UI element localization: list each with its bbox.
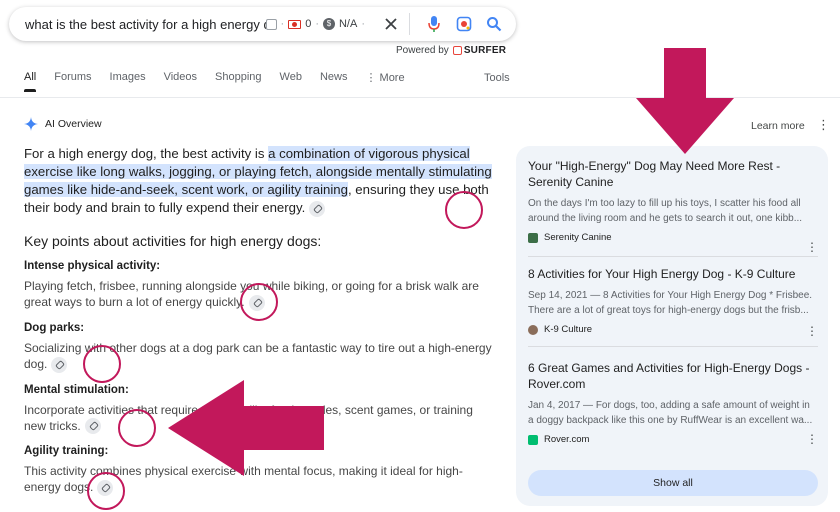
annotation-circle	[87, 472, 125, 510]
seo-count: 0	[305, 18, 312, 30]
tab-all[interactable]: All	[24, 71, 36, 89]
ai-overview-header: AI Overview	[24, 117, 102, 131]
tab-images[interactable]: Images	[110, 71, 146, 89]
source-site: Serenity Canine	[544, 232, 612, 243]
source-snippet: On the days I'm too lazy to fill up his …	[528, 198, 803, 224]
tab-news[interactable]: News	[320, 71, 348, 89]
citation-link-icon[interactable]	[51, 356, 68, 373]
show-all-button[interactable]: Show all	[528, 470, 818, 496]
source-title[interactable]: 8 Activities for Your High Energy Dog - …	[528, 266, 818, 282]
tab-web[interactable]: Web	[280, 71, 302, 89]
tab-forums[interactable]: Forums	[54, 71, 91, 89]
site-favicon-icon	[528, 324, 538, 335]
search-icon[interactable]	[482, 12, 506, 36]
seo-value: N/A	[338, 18, 358, 30]
annotation-circle	[118, 409, 156, 447]
sparkle-icon	[24, 117, 38, 131]
more-options-icon[interactable]: ⋮	[806, 324, 818, 338]
clear-icon[interactable]	[379, 12, 403, 36]
annotation-circle	[445, 191, 483, 229]
source-title[interactable]: 6 Great Games and Activities for High-En…	[528, 360, 818, 392]
checkbox[interactable]	[265, 18, 277, 30]
microphone-icon[interactable]	[422, 12, 446, 36]
powered-by: Powered by SURFER	[396, 45, 507, 56]
sources-panel: Your "High-Energy" Dog May Need More Res…	[516, 146, 828, 506]
lens-icon[interactable]	[452, 12, 476, 36]
tab-videos[interactable]: Videos	[164, 71, 197, 89]
annotation-circle	[83, 345, 121, 383]
surfer-logo: SURFER	[452, 45, 506, 56]
source-title[interactable]: Your "High-Energy" Dog May Need More Res…	[528, 158, 818, 190]
more-options-icon[interactable]: ⋮	[806, 240, 818, 254]
source-card[interactable]: Your "High-Energy" Dog May Need More Res…	[528, 158, 818, 254]
search-input[interactable]: what is the best activity for a high ene…	[25, 17, 266, 32]
key-points-heading: Key points about activities for high ene…	[24, 233, 322, 249]
source-card[interactable]: 6 Great Games and Activities for High-En…	[528, 360, 818, 446]
annotation-circle	[240, 283, 278, 321]
learn-more-link[interactable]: Learn more	[751, 120, 805, 132]
flag-icon	[288, 19, 302, 29]
site-favicon-icon	[528, 434, 538, 445]
source-site: K-9 Culture	[544, 324, 593, 335]
dollar-icon: $	[322, 18, 335, 30]
site-favicon-icon	[528, 232, 538, 243]
source-site: Rover.com	[544, 434, 590, 445]
citation-link-icon[interactable]	[309, 200, 326, 217]
tab-more[interactable]: ⋮ More	[365, 71, 404, 89]
down-arrow-annotation	[636, 48, 734, 154]
source-card[interactable]: 8 Activities for Your High Energy Dog - …	[528, 266, 818, 338]
ai-overview-title: AI Overview	[45, 118, 102, 130]
citation-link-icon[interactable]	[84, 418, 101, 435]
overview-intro: For a high energy dog, the best activity…	[24, 146, 492, 217]
source-snippet: Sep 14, 2021 — 8 Activities for Your Hig…	[528, 290, 813, 316]
seo-extension: · 0 · $ N/A ·	[265, 18, 365, 30]
more-options-icon[interactable]: ⋮	[806, 432, 818, 446]
tools-button[interactable]: Tools	[484, 72, 510, 84]
more-options-icon[interactable]: ⋮	[817, 118, 830, 132]
search-bar[interactable]: what is the best activity for a high ene…	[9, 7, 516, 41]
search-tabs: All Forums Images Videos Shopping Web Ne…	[24, 71, 423, 89]
tab-shopping[interactable]: Shopping	[215, 71, 262, 89]
left-arrow-annotation	[168, 380, 324, 476]
source-snippet: Jan 4, 2017 — For dogs, too, adding a sa…	[528, 400, 813, 426]
